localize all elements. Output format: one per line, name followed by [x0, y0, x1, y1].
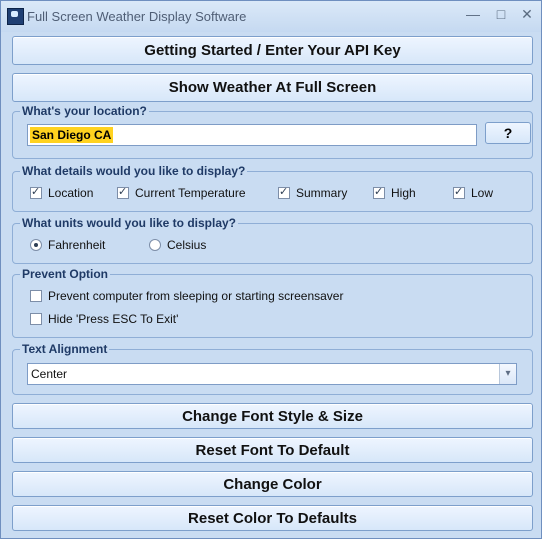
unit-celsius-radio[interactable]: [149, 239, 161, 251]
minimize-icon[interactable]: —: [461, 5, 485, 23]
details-group-label: What details would you like to display?: [20, 164, 248, 178]
detail-current-temperature[interactable]: Current Temperature: [117, 185, 246, 200]
detail-high[interactable]: High: [373, 185, 416, 200]
chevron-down-icon[interactable]: ▾: [499, 364, 516, 384]
prevent-sleep[interactable]: Prevent computer from sleeping or starti…: [30, 289, 343, 303]
prevent-group: Prevent Option Prevent computer from sle…: [12, 267, 533, 338]
hide-esc-label: Hide 'Press ESC To Exit': [48, 312, 179, 326]
window-title: Full Screen Weather Display Software: [27, 9, 247, 24]
alignment-value: Center: [31, 367, 68, 381]
location-group-label: What's your location?: [20, 104, 149, 118]
units-group-label: What units would you like to display?: [20, 216, 239, 230]
prevent-group-label: Prevent Option: [20, 267, 111, 281]
unit-celsius-label: Celsius: [167, 238, 207, 252]
detail-low-label: Low: [471, 186, 494, 200]
detail-summary-label: Summary: [296, 186, 348, 200]
show-weather-button[interactable]: Show Weather At Full Screen: [12, 73, 533, 102]
client-area: Getting Started / Enter Your API Key Sho…: [9, 32, 533, 532]
units-group: What units would you like to display? Fa…: [12, 216, 533, 264]
prevent-sleep-label: Prevent computer from sleeping or starti…: [48, 289, 344, 303]
alignment-group-label: Text Alignment: [20, 342, 110, 356]
location-help-button[interactable]: ?: [485, 122, 531, 144]
alignment-group: Text Alignment Center ▾: [12, 342, 533, 395]
detail-high-label: High: [391, 186, 416, 200]
reset-font-button[interactable]: Reset Font To Default: [12, 437, 533, 463]
hide-esc-checkbox[interactable]: [30, 313, 42, 325]
app-icon: [7, 8, 24, 25]
location-group: What's your location? San Diego CA ?: [12, 104, 533, 159]
detail-summary[interactable]: Summary: [278, 185, 348, 200]
unit-fahrenheit-label: Fahrenheit: [48, 238, 106, 252]
detail-low-checkbox[interactable]: [453, 185, 465, 199]
maximize-icon[interactable]: □: [489, 5, 513, 23]
details-group: What details would you like to display? …: [12, 164, 533, 212]
getting-started-button[interactable]: Getting Started / Enter Your API Key: [12, 36, 533, 65]
title-bar: Full Screen Weather Display Software — □…: [1, 1, 541, 32]
detail-location-checkbox[interactable]: [30, 185, 42, 199]
detail-low[interactable]: Low: [453, 185, 494, 200]
unit-celsius[interactable]: Celsius: [149, 238, 206, 252]
alignment-select[interactable]: Center ▾: [27, 363, 517, 385]
location-value: San Diego CA: [30, 127, 114, 143]
change-color-button[interactable]: Change Color: [12, 471, 533, 497]
hide-esc[interactable]: Hide 'Press ESC To Exit': [30, 312, 178, 326]
detail-current-temperature-label: Current Temperature: [135, 186, 246, 200]
location-input[interactable]: San Diego CA: [27, 124, 477, 146]
detail-location[interactable]: Location: [30, 185, 94, 200]
detail-current-temperature-checkbox[interactable]: [117, 185, 129, 199]
prevent-sleep-checkbox[interactable]: [30, 290, 42, 302]
main-window: Full Screen Weather Display Software — □…: [0, 0, 542, 539]
close-icon[interactable]: ✕: [515, 5, 539, 23]
detail-high-checkbox[interactable]: [373, 185, 385, 199]
unit-fahrenheit[interactable]: Fahrenheit: [30, 238, 105, 252]
reset-color-button[interactable]: Reset Color To Defaults: [12, 505, 533, 531]
detail-summary-checkbox[interactable]: [278, 185, 290, 199]
detail-location-label: Location: [48, 186, 94, 200]
unit-fahrenheit-radio[interactable]: [30, 239, 42, 251]
change-font-button[interactable]: Change Font Style & Size: [12, 403, 533, 429]
